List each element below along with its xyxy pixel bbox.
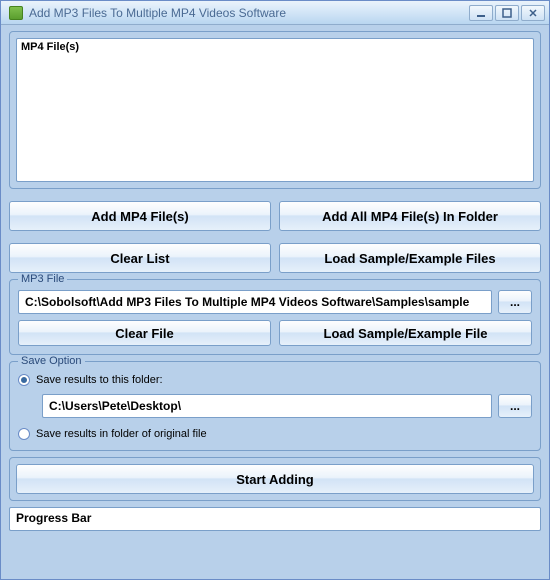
save-legend: Save Option bbox=[18, 355, 85, 367]
mp4-button-row-2: Clear List Load Sample/Example Files bbox=[9, 243, 541, 273]
close-button[interactable] bbox=[521, 5, 545, 21]
save-folder-input[interactable]: C:\Users\Pete\Desktop\ bbox=[42, 394, 492, 418]
add-all-mp4-button[interactable]: Add All MP4 File(s) In Folder bbox=[279, 201, 541, 231]
save-to-folder-radio[interactable] bbox=[18, 374, 30, 386]
save-group: Save Option Save results to this folder:… bbox=[9, 361, 541, 451]
maximize-icon bbox=[502, 8, 512, 18]
maximize-button[interactable] bbox=[495, 5, 519, 21]
mp4-file-list[interactable]: MP4 File(s) bbox=[16, 38, 534, 182]
mp4-button-row-1: Add MP4 File(s) Add All MP4 File(s) In F… bbox=[9, 201, 541, 231]
mp3-path-input[interactable]: C:\Sobolsoft\Add MP3 Files To Multiple M… bbox=[18, 290, 492, 314]
save-radio-1-label: Save results to this folder: bbox=[36, 374, 163, 386]
close-icon bbox=[528, 8, 538, 18]
window-controls bbox=[469, 5, 545, 21]
load-sample-mp3-button[interactable]: Load Sample/Example File bbox=[279, 320, 532, 346]
save-radio-2-label: Save results in folder of original file bbox=[36, 428, 207, 440]
mp3-group: MP3 File C:\Sobolsoft\Add MP3 Files To M… bbox=[9, 279, 541, 355]
app-icon bbox=[9, 6, 23, 20]
start-group: Start Adding bbox=[9, 457, 541, 501]
save-radio-1-row: Save results to this folder: bbox=[18, 372, 532, 388]
add-mp4-button[interactable]: Add MP4 File(s) bbox=[9, 201, 271, 231]
save-original-folder-radio[interactable] bbox=[18, 428, 30, 440]
mp3-browse-button[interactable]: ... bbox=[498, 290, 532, 314]
save-folder-indent: C:\Users\Pete\Desktop\ ... bbox=[18, 388, 532, 426]
window-title: Add MP3 Files To Multiple MP4 Videos Sof… bbox=[29, 6, 469, 20]
mp4-group: MP4 File(s) bbox=[9, 31, 541, 189]
start-button[interactable]: Start Adding bbox=[16, 464, 534, 494]
load-sample-mp4-button[interactable]: Load Sample/Example Files bbox=[279, 243, 541, 273]
mp3-path-row: C:\Sobolsoft\Add MP3 Files To Multiple M… bbox=[18, 290, 532, 314]
minimize-icon bbox=[476, 8, 486, 18]
save-radio-2-row: Save results in folder of original file bbox=[18, 426, 532, 442]
clear-list-button[interactable]: Clear List bbox=[9, 243, 271, 273]
mp3-button-row: Clear File Load Sample/Example File bbox=[18, 320, 532, 346]
titlebar: Add MP3 Files To Multiple MP4 Videos Sof… bbox=[1, 1, 549, 25]
clear-file-button[interactable]: Clear File bbox=[18, 320, 271, 346]
app-window: Add MP3 Files To Multiple MP4 Videos Sof… bbox=[0, 0, 550, 580]
minimize-button[interactable] bbox=[469, 5, 493, 21]
save-path-row: C:\Users\Pete\Desktop\ ... bbox=[42, 394, 532, 418]
mp3-legend: MP3 File bbox=[18, 273, 67, 285]
content-area: MP4 File(s) Add MP4 File(s) Add All MP4 … bbox=[1, 25, 549, 579]
save-browse-button[interactable]: ... bbox=[498, 394, 532, 418]
progress-bar: Progress Bar bbox=[9, 507, 541, 531]
